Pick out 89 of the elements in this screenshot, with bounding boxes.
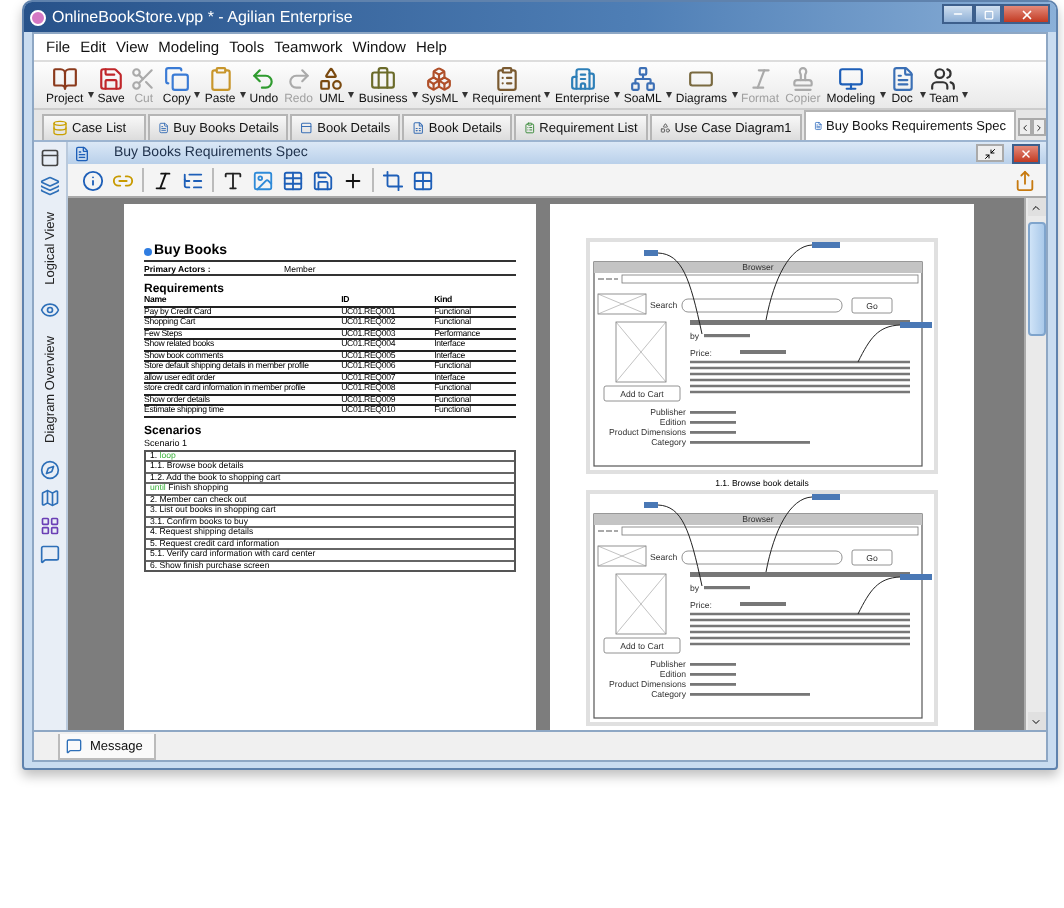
eye-icon[interactable] (40, 300, 60, 321)
scroll-down-button[interactable] (1027, 712, 1045, 730)
callout-tag (644, 502, 658, 508)
book-icon (51, 65, 78, 91)
image-placeholder (615, 321, 667, 383)
scroll-left-button[interactable] (1018, 118, 1032, 136)
document-icon (74, 145, 90, 161)
app-icon (30, 9, 46, 25)
building-icon (569, 65, 596, 91)
map-icon[interactable] (40, 487, 60, 508)
briefcase-icon (370, 65, 397, 91)
callout-tag (900, 322, 932, 328)
dropdown-arrow-icon[interactable] (731, 91, 738, 97)
dropdown-arrow-icon[interactable] (544, 91, 551, 97)
close-editor-button[interactable] (1012, 143, 1040, 163)
callout-tag (900, 574, 932, 580)
dropdown-arrow-icon[interactable] (879, 91, 886, 97)
close-icon (1019, 7, 1033, 21)
close-icon (1020, 147, 1032, 159)
diagram-icon (813, 118, 823, 134)
maximize-button[interactable] (974, 4, 1002, 24)
dropdown-arrow-icon[interactable] (411, 91, 418, 97)
dropdown-arrow-icon[interactable] (239, 91, 246, 97)
monitor-icon (837, 65, 864, 91)
image-placeholder (615, 573, 667, 635)
text-icon[interactable] (220, 169, 246, 191)
plus-icon[interactable] (340, 169, 366, 191)
export-icon[interactable] (1012, 169, 1038, 191)
save-icon[interactable] (310, 169, 336, 191)
copy-icon (163, 65, 190, 91)
crop-icon[interactable] (380, 169, 406, 191)
italic-f-icon (747, 65, 774, 91)
dropdown-arrow-icon[interactable] (919, 91, 926, 97)
undo-icon (250, 65, 277, 91)
diagram-icon (523, 120, 536, 136)
clipboard-icon (207, 65, 234, 91)
dropdown-arrow-icon[interactable] (87, 91, 94, 97)
chevron-up-icon (1030, 201, 1042, 213)
italic-f-icon[interactable] (150, 169, 176, 191)
chevron-left-icon (1020, 121, 1030, 133)
stamp-icon (789, 65, 816, 91)
dropdown-arrow-icon[interactable] (665, 91, 672, 97)
dropdown-arrow-icon[interactable] (462, 91, 469, 97)
dropdown-arrow-icon[interactable] (348, 91, 355, 97)
diagram-icon (158, 120, 170, 136)
diagram-icon (412, 120, 425, 136)
network-icon (629, 65, 656, 91)
grid-icon[interactable] (40, 515, 60, 536)
boxes-icon (426, 65, 453, 91)
restore-button[interactable] (976, 144, 1004, 162)
chat-icon[interactable] (40, 543, 60, 564)
leader-line (857, 576, 901, 615)
minimize-button[interactable] (942, 4, 974, 24)
redo-icon (285, 65, 312, 91)
people-icon (930, 65, 957, 91)
grid-icon[interactable] (410, 169, 436, 191)
diagram-icon (659, 120, 671, 136)
shapes-icon (318, 65, 345, 91)
document-icon (889, 65, 916, 91)
close-button[interactable] (1002, 4, 1050, 24)
diagram-icon (52, 120, 68, 136)
save-icon (98, 65, 125, 91)
callout-tag (812, 494, 840, 500)
chevron-right-icon (1034, 121, 1044, 133)
message-icon (66, 738, 82, 754)
leader-line (857, 324, 901, 363)
window-title: OnlineBookStore.vpp * - Agilian Enterprise (52, 8, 355, 26)
scroll-up-button[interactable] (1027, 198, 1045, 216)
info-icon[interactable] (80, 169, 106, 191)
outline-icon[interactable] (180, 169, 206, 191)
minimize-icon (952, 8, 964, 20)
rectangle-icon (688, 65, 715, 91)
compass-icon[interactable] (40, 459, 60, 480)
dropdown-arrow-icon[interactable] (194, 91, 201, 97)
restore-icon (984, 147, 996, 159)
scroll-thumb[interactable] (1027, 222, 1045, 336)
panel-icon[interactable] (40, 148, 60, 168)
table-icon[interactable] (280, 169, 306, 191)
chevron-down-icon (1030, 715, 1042, 727)
callout-tag (812, 242, 840, 248)
diagram-icon (300, 120, 314, 136)
dropdown-arrow-icon[interactable] (962, 91, 969, 97)
scrollbar[interactable] (1024, 198, 1046, 730)
scissors-icon (130, 65, 157, 91)
maximize-icon (983, 9, 993, 19)
dropdown-arrow-icon[interactable] (613, 91, 620, 97)
layers-icon[interactable] (40, 176, 60, 196)
clipboard-list-icon (493, 65, 520, 91)
callout-tag (644, 250, 658, 256)
